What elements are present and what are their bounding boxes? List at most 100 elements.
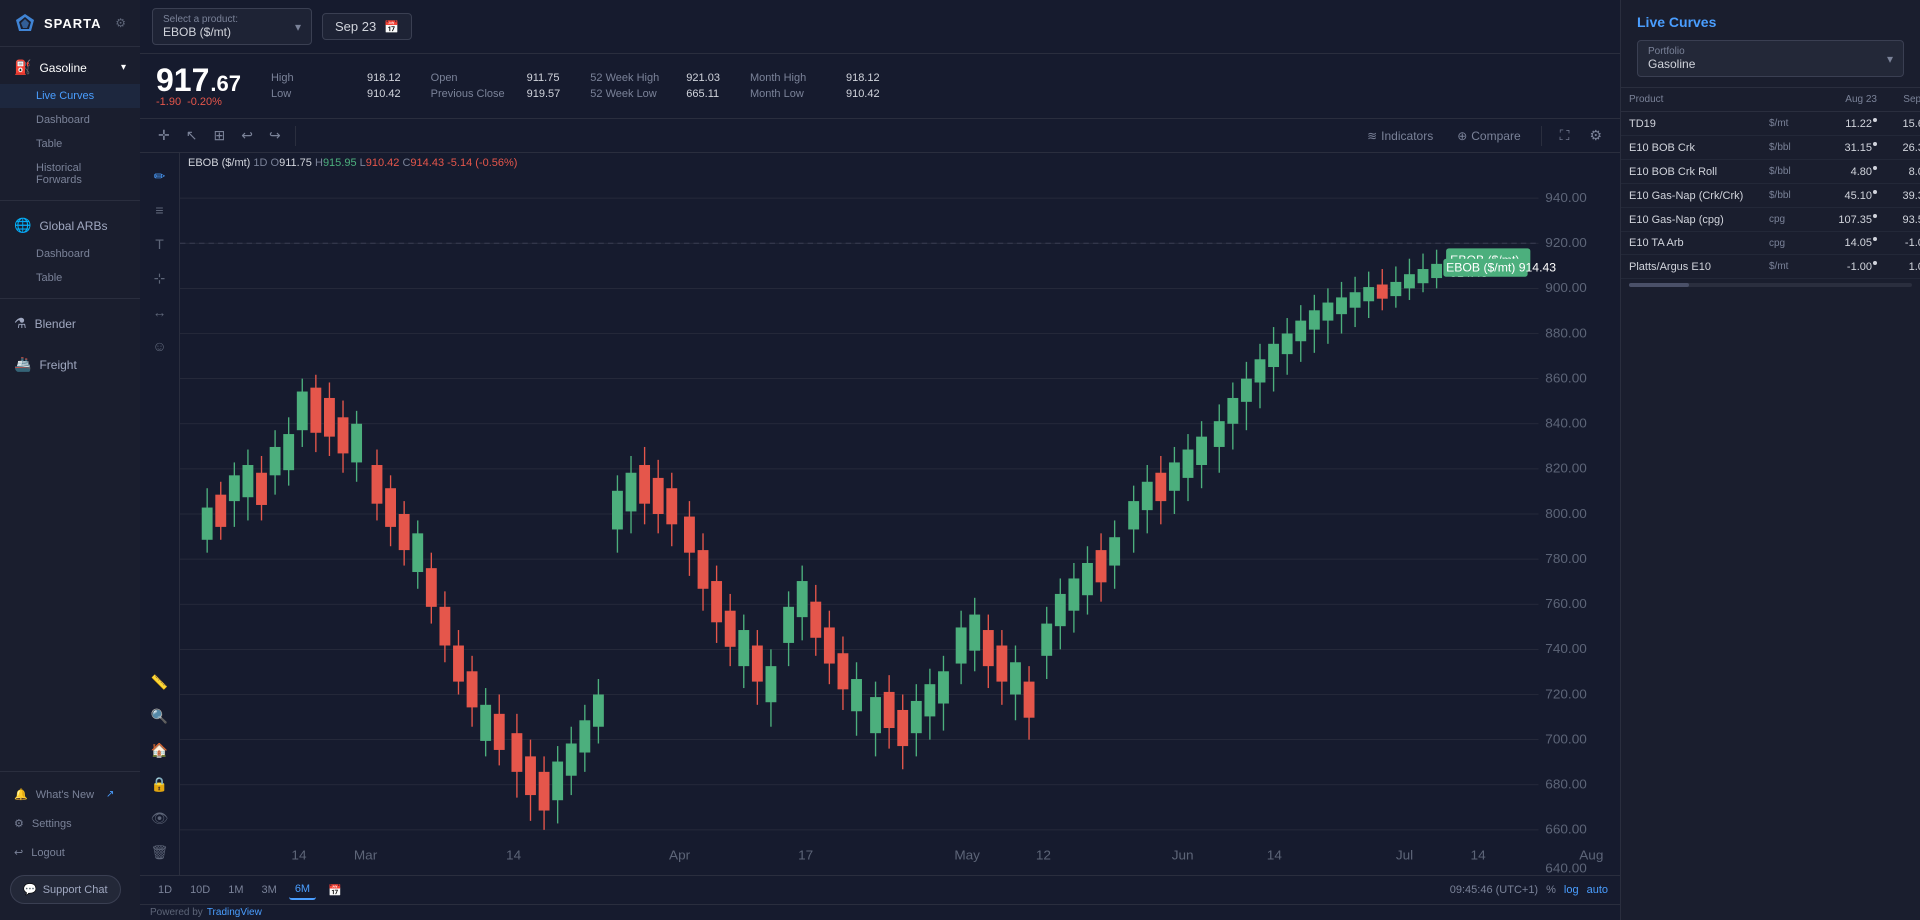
timeframe-1d-button[interactable]: 1D — [152, 881, 178, 899]
sidebar-item-logout[interactable]: ↩ Logout — [0, 838, 140, 867]
portfolio-value: Gasoline — [1648, 57, 1695, 71]
timeframe-3m-button[interactable]: 3M — [256, 881, 283, 899]
chart-toolbar: ✛ ↖ ⊞ ↩ ↪ ≋ Indicators ⊕ Compare ⛶ ⚙ — [140, 119, 1620, 153]
sidebar-category-freight[interactable]: 🚢 Freight — [0, 348, 140, 381]
support-chat-label: Support Chat — [43, 884, 108, 896]
sidebar-divider-1 — [0, 200, 140, 201]
sidebar-item-table[interactable]: Table — [0, 132, 140, 156]
table-row[interactable]: E10 BOB Crk $/bbl 31.15 26.30 18.30 ▸ — [1621, 136, 1920, 160]
table-row[interactable]: E10 TA Arb cpg 14.05 -1.05 7.15 — [1621, 232, 1920, 255]
sidebar-category-blender[interactable]: ⚗ Blender — [0, 307, 140, 340]
sidebar-item-live-curves[interactable]: Live Curves — [0, 84, 140, 108]
chart-symbol: EBOB ($/mt) — [188, 157, 250, 169]
undo-button[interactable]: ↩ — [235, 123, 259, 148]
ohlc-label: EBOB ($/mt) 1D O911.75 H915.95 L910.42 C… — [188, 157, 517, 169]
timeframe-6m-button[interactable]: 6M — [289, 880, 316, 900]
eye-tool[interactable]: 👁 — [145, 803, 175, 833]
timeframe-1m-button[interactable]: 1M — [222, 881, 249, 899]
redo-button[interactable]: ↪ — [263, 123, 287, 148]
svg-text:Aug: Aug — [1579, 848, 1603, 863]
scrollbar-thumb[interactable] — [1629, 283, 1689, 287]
product-dropdown-icon: ▾ — [295, 20, 301, 34]
table-row[interactable]: E10 Gas-Nap (Crk/Crk) $/bbl 45.10 39.30 … — [1621, 184, 1920, 208]
sidebar-item-historical-forwards[interactable]: Historical Forwards — [0, 156, 140, 192]
svg-text:14: 14 — [506, 848, 521, 863]
sep-value: 15.66 — [1877, 118, 1920, 130]
product-name: TD19 — [1629, 118, 1769, 130]
pencil-tool[interactable]: ✏ — [145, 161, 175, 191]
svg-text:700.00: 700.00 — [1545, 732, 1587, 747]
sparta-logo-icon — [14, 12, 36, 34]
price-main: 917 .67 -1.90 -0.20% — [156, 64, 241, 108]
price-stat-prev-close: Previous Close 919.57 — [431, 88, 561, 100]
price-month: Month High 918.12 Month Low 910.42 — [750, 72, 880, 100]
logout-icon: ↩ — [14, 846, 23, 859]
col-sep23: Sep 23 — [1877, 94, 1920, 105]
sidebar-item-dashboard[interactable]: Dashboard — [0, 108, 140, 132]
sidebar-settings-icon[interactable]: ⚙ — [115, 16, 126, 30]
candle-type-button[interactable]: ⊞ — [207, 123, 231, 148]
sidebar-category-global-arbs[interactable]: 🌐 Global ARBs — [0, 209, 140, 242]
price-open-close: Open 911.75 Previous Close 919.57 — [431, 72, 561, 100]
crosshair-tool-button[interactable]: ✛ — [152, 123, 176, 148]
ohlc-o-value: 911.75 — [279, 157, 315, 169]
product-selector[interactable]: Select a product: EBOB ($/mt) ▾ — [152, 8, 312, 45]
pct-label: % — [1546, 884, 1556, 896]
high-label: High — [271, 72, 361, 84]
price-integer: 917 — [156, 64, 209, 96]
52w-low-value: 665.11 — [686, 88, 719, 100]
magnet-tool[interactable]: 🏠 — [145, 735, 175, 765]
scrollbar[interactable] — [1629, 283, 1912, 287]
low-value: 910.42 — [367, 88, 401, 100]
auto-label[interactable]: auto — [1587, 884, 1608, 896]
date-selector[interactable]: Sep 23 📅 — [322, 13, 412, 40]
zoom-tool[interactable]: 🔍 — [145, 701, 175, 731]
table-row[interactable]: Platts/Argus E10 $/mt -1.00 1.00 -6.00 -… — [1621, 255, 1920, 279]
product-unit: $/mt — [1769, 261, 1819, 272]
timeframe-10d-button[interactable]: 10D — [184, 881, 216, 899]
portfolio-selector[interactable]: Portfolio Gasoline ▾ — [1637, 40, 1904, 77]
52w-low-label: 52 Week Low — [590, 88, 680, 100]
chart-settings-button[interactable]: ⚙ — [1583, 123, 1608, 148]
svg-text:780.00: 780.00 — [1545, 551, 1587, 566]
timeframe-calendar-button[interactable]: 📅 — [322, 881, 348, 900]
log-label[interactable]: log — [1564, 884, 1579, 896]
measure-tool[interactable]: ↔ — [145, 297, 175, 327]
emoji-tool[interactable]: ☺ — [145, 331, 175, 361]
fullscreen-button[interactable]: ⛶ — [1554, 123, 1576, 148]
svg-text:May: May — [954, 848, 980, 863]
ohlc-h-value: 915.95 — [323, 157, 360, 169]
table-row[interactable]: E10 BOB Crk Roll $/bbl 4.80 8.00 4.35 ▸ — [1621, 160, 1920, 184]
gasoline-icon: ⛽ — [14, 59, 31, 76]
price-52week: 52 Week High 921.03 52 Week Low 665.11 — [590, 72, 720, 100]
delete-tool[interactable]: 🗑 — [145, 837, 175, 867]
sidebar-item-table2[interactable]: Table — [0, 266, 140, 290]
candlestick-chart: 940.00 920.00 900.00 880.00 860.00 840.0… — [180, 153, 1620, 875]
table2-label: Table — [36, 272, 62, 284]
lock-tool[interactable]: 🔒 — [145, 769, 175, 799]
sidebar-item-dashboard2[interactable]: Dashboard — [0, 242, 140, 266]
bottom-right-info: 09:45:46 (UTC+1) % log auto — [1450, 884, 1608, 896]
compare-button[interactable]: ⊕ Compare — [1449, 125, 1528, 147]
external-link-icon: ↗ — [106, 789, 114, 800]
sidebar-category-gasoline[interactable]: ⛽ Gasoline ▾ — [0, 51, 140, 84]
lines-tool[interactable]: ≡ — [145, 195, 175, 225]
ruler-tool[interactable]: 📏 — [145, 667, 175, 697]
support-chat-button[interactable]: 💬 Support Chat — [10, 875, 121, 904]
shapes-tool[interactable]: ⊹ — [145, 263, 175, 293]
svg-text:880.00: 880.00 — [1545, 326, 1587, 341]
tradingview-link[interactable]: TradingView — [207, 907, 262, 918]
price-cents: .67 — [210, 73, 241, 95]
indicators-button[interactable]: ≋ Indicators — [1359, 125, 1441, 147]
text-tool[interactable]: T — [145, 229, 175, 259]
sidebar-item-whats-new[interactable]: 🔔 What's New ↗ — [0, 780, 140, 809]
sidebar-item-settings[interactable]: ⚙ Settings — [0, 809, 140, 838]
svg-text:680.00: 680.00 — [1545, 777, 1587, 792]
product-name: E10 Gas-Nap (cpg) — [1629, 214, 1769, 226]
table-row[interactable]: E10 Gas-Nap (cpg) cpg 107.35 93.55 73.75… — [1621, 208, 1920, 232]
sep-value: 1.00 — [1877, 261, 1920, 273]
table-row[interactable]: TD19 $/mt 11.22 15.66 17.27 1 ▸ — [1621, 112, 1920, 136]
month-low-value: 910.42 — [846, 88, 880, 100]
cursor-tool-button[interactable]: ↖ — [180, 123, 204, 148]
52w-high-value: 921.03 — [686, 72, 720, 84]
